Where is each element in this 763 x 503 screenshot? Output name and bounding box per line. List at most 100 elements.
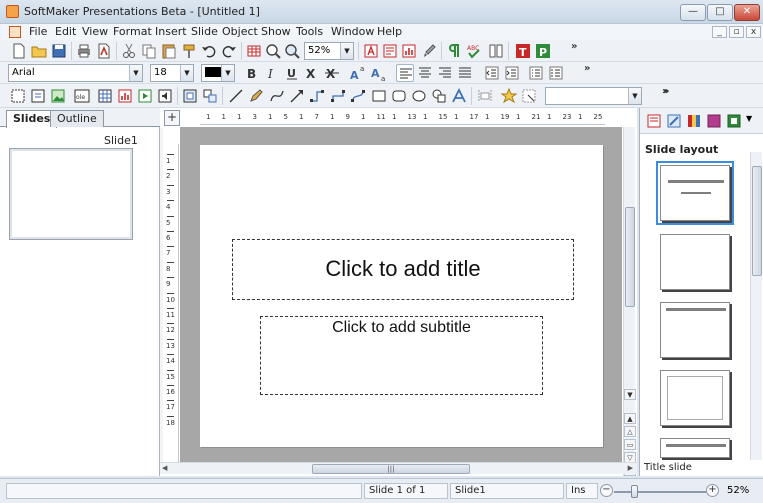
paste-icon[interactable]	[160, 42, 178, 60]
mdi-minimize-button[interactable]: _	[712, 26, 727, 38]
chevron-down-icon[interactable]: ▼	[129, 65, 142, 81]
slide-view-icon[interactable]: ▭	[624, 439, 636, 450]
autoshape-tool-icon[interactable]	[430, 87, 448, 105]
layout-title-content[interactable]	[660, 438, 730, 458]
toolbar-overflow-button[interactable]: »	[584, 63, 590, 74]
insert-media-icon[interactable]	[136, 87, 154, 105]
master-text-icon[interactable]: T	[514, 42, 532, 60]
insert-text-icon[interactable]	[362, 42, 380, 60]
menu-edit[interactable]: Edit	[55, 25, 76, 38]
chevron-down-icon[interactable]: ▼	[340, 43, 353, 59]
master-page-icon[interactable]: P	[534, 42, 552, 60]
numbered-list-icon[interactable]	[547, 64, 565, 82]
chevron-down-icon[interactable]: ▼	[221, 65, 234, 81]
align-center-icon[interactable]	[416, 64, 434, 82]
insert-textframe-icon[interactable]	[381, 42, 399, 60]
menu-object[interactable]: Object	[222, 25, 258, 38]
pencil-tool-icon[interactable]	[247, 87, 265, 105]
columns-icon[interactable]	[487, 42, 505, 60]
close-button[interactable]: ✕	[734, 4, 760, 21]
menu-view[interactable]: View	[82, 25, 108, 38]
layout-title-slide[interactable]	[656, 161, 734, 225]
layout-panel-icon[interactable]	[645, 112, 663, 130]
effects-star-icon[interactable]	[500, 87, 518, 105]
menu-file[interactable]: File	[29, 25, 47, 38]
font-size-select[interactable]: 18 ▼	[150, 64, 194, 82]
ungroup-objects-icon[interactable]	[201, 87, 219, 105]
subscript-icon[interactable]: Aa	[370, 64, 388, 82]
toolbar-overflow-button[interactable]: »	[571, 41, 577, 52]
print-icon[interactable]	[75, 42, 93, 60]
bullet-list-icon[interactable]	[527, 64, 545, 82]
ole-object-icon[interactable]: ole	[73, 87, 91, 105]
redo-icon[interactable]	[220, 42, 238, 60]
vertical-scroll-thumb[interactable]	[625, 207, 635, 307]
mdi-restore-button[interactable]: ▫	[729, 26, 744, 38]
curve-tool-icon[interactable]	[268, 87, 286, 105]
cut-icon[interactable]	[120, 42, 138, 60]
layout-title-only[interactable]	[660, 302, 730, 358]
menu-window[interactable]: Window	[331, 25, 374, 38]
select-frame-icon[interactable]	[9, 87, 27, 105]
paragraph-marks-icon[interactable]	[445, 42, 463, 60]
save-icon[interactable]	[50, 42, 68, 60]
insert-audio-icon[interactable]	[156, 87, 174, 105]
layout-blank[interactable]	[660, 234, 730, 290]
picture-frame-icon[interactable]	[49, 87, 67, 105]
slide-canvas[interactable]: Click to add title Click to add subtitle	[200, 145, 603, 447]
horizontal-scrollbar[interactable]: ◀ ||| ▶	[160, 462, 637, 474]
bold-icon[interactable]: B	[243, 64, 261, 82]
strikethrough-icon[interactable]: X	[303, 64, 321, 82]
vertical-ruler[interactable]: 1 2 3 4 5 6 7 8 9 10 11 12 13 14 15 16 17 18	[164, 144, 179, 472]
insert-mode[interactable]: Ins	[566, 483, 598, 499]
chevron-down-icon[interactable]: ▼	[180, 65, 193, 81]
menu-tools[interactable]: Tools	[296, 25, 323, 38]
document-icon[interactable]	[9, 26, 21, 38]
scroll-left-arrow-icon[interactable]: ◀	[162, 464, 167, 472]
layout-frame[interactable]	[660, 370, 730, 426]
design-panel-icon[interactable]	[665, 112, 683, 130]
insert-table-frame-icon[interactable]	[96, 87, 114, 105]
elbow-connector-icon[interactable]	[329, 87, 347, 105]
brush-icon[interactable]	[420, 42, 438, 60]
subtitle-placeholder[interactable]: Click to add subtitle	[260, 316, 543, 395]
menu-help[interactable]: Help	[377, 25, 402, 38]
zoom-in-icon[interactable]	[264, 42, 282, 60]
scroll-down-arrow-icon[interactable]: ▼	[624, 389, 636, 400]
horizontal-scroll-thumb[interactable]: |||	[312, 464, 470, 474]
table-icon[interactable]	[245, 42, 263, 60]
undo-icon[interactable]	[200, 42, 218, 60]
increase-indent-icon[interactable]	[503, 64, 521, 82]
previous-page-icon[interactable]: △	[624, 426, 636, 437]
ellipse-tool-icon[interactable]	[410, 87, 428, 105]
sidebar-scrollbar[interactable]	[750, 152, 762, 460]
group-objects-icon[interactable]	[181, 87, 199, 105]
object-frame-icon[interactable]	[520, 87, 538, 105]
align-left-icon[interactable]	[396, 64, 414, 82]
chevron-down-icon[interactable]: ▼	[746, 114, 752, 123]
menu-slide[interactable]: Slide	[191, 25, 218, 38]
minimize-button[interactable]: —	[680, 4, 706, 21]
tab-outline[interactable]: Outline	[50, 110, 104, 127]
color-scheme-icon[interactable]	[685, 112, 703, 130]
rounded-rectangle-tool-icon[interactable]	[390, 87, 408, 105]
zoom-out-icon[interactable]: −	[600, 484, 613, 497]
textframe-icon[interactable]	[29, 87, 47, 105]
insert-chart-frame-icon[interactable]	[116, 87, 134, 105]
underline-icon[interactable]: U	[283, 64, 301, 82]
title-placeholder[interactable]: Click to add title	[232, 239, 574, 300]
double-strikethrough-icon[interactable]: X	[323, 64, 341, 82]
arrow-tool-icon[interactable]	[288, 87, 306, 105]
transition-panel-icon[interactable]	[725, 112, 743, 130]
mdi-close-button[interactable]: x	[746, 26, 761, 38]
animation-panel-icon[interactable]	[705, 112, 723, 130]
rectangle-tool-icon[interactable]	[370, 87, 388, 105]
textart-tool-icon[interactable]	[450, 87, 468, 105]
sidebar-scroll-thumb[interactable]	[752, 166, 762, 276]
menu-insert[interactable]: Insert	[155, 25, 187, 38]
line-tool-icon[interactable]	[227, 87, 245, 105]
slide-thumbnail[interactable]	[9, 148, 133, 240]
italic-icon[interactable]: I	[262, 64, 280, 82]
curved-connector-icon[interactable]	[349, 87, 367, 105]
style-select[interactable]: ▼	[545, 87, 642, 105]
